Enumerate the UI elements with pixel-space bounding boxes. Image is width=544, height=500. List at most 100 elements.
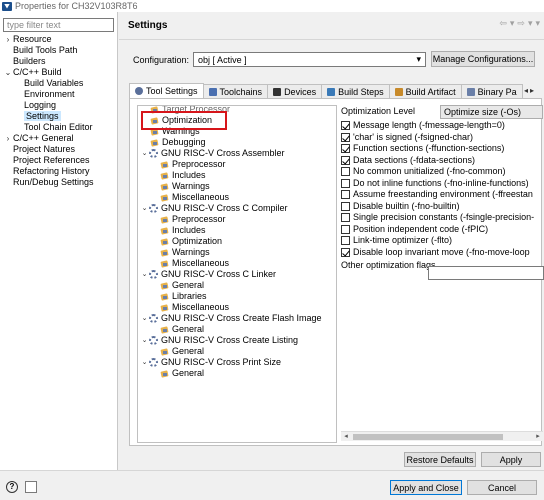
sidebar-item[interactable]: Run/Debug Settings — [0, 177, 118, 188]
sidebar-item[interactable]: Refactoring History — [0, 166, 118, 177]
checkbox[interactable] — [341, 213, 350, 222]
checkbox[interactable] — [341, 121, 350, 130]
checkbox[interactable] — [341, 144, 350, 153]
sidebar-item[interactable]: Build Variables — [0, 78, 118, 89]
optimization-option[interactable]: Single precision constants (-fsingle-pre… — [341, 212, 534, 223]
tool-tree-item[interactable]: Miscellaneous — [160, 258, 229, 269]
sidebar-item[interactable]: ⌄ C/C++ Build — [0, 67, 118, 78]
configuration-value: obj [ Active ] — [198, 54, 247, 65]
chevron-down-icon[interactable]: ⌄ — [140, 335, 149, 346]
other-flags-input[interactable] — [428, 266, 544, 280]
tool-tree-group[interactable]: ⌄ GNU RISC-V Cross Assembler — [140, 148, 285, 159]
cancel-button[interactable]: Cancel — [467, 480, 537, 495]
optimization-option[interactable]: Disable builtin (-fno-builtin) — [341, 201, 460, 212]
tab-devices[interactable]: Devices — [267, 84, 323, 98]
import-export-icon[interactable] — [25, 481, 37, 493]
tool-tree-item[interactable]: Libraries — [160, 291, 207, 302]
sidebar-item[interactable]: Project Natures — [0, 144, 118, 155]
tool-tree-item[interactable]: Preprocessor — [160, 214, 226, 225]
sidebar-item[interactable]: Project References — [0, 155, 118, 166]
tool-tree-item[interactable]: General — [160, 346, 204, 357]
checkbox[interactable] — [341, 132, 350, 142]
optimization-option[interactable]: Assume freestanding environment (-ffrees… — [341, 189, 533, 200]
sidebar-item[interactable]: Tool Chain Editor — [0, 122, 118, 133]
tool-tree-item[interactable]: Includes — [160, 225, 206, 236]
back-arrow-icon[interactable]: ⇦ — [499, 18, 507, 29]
optimization-option[interactable]: Link-time optimizer (-flto) — [341, 235, 452, 246]
help-icon[interactable]: ? — [6, 481, 18, 493]
tool-tree-item[interactable]: General — [160, 280, 204, 291]
checkbox[interactable] — [341, 167, 350, 176]
checkbox[interactable] — [341, 247, 350, 257]
tool-tree-item[interactable]: Miscellaneous — [160, 302, 229, 313]
sidebar-item[interactable]: › Resource — [0, 34, 118, 45]
tab-toolchains[interactable]: Toolchains — [202, 84, 269, 98]
tool-tree-item[interactable]: General — [160, 324, 204, 335]
scroll-right-icon[interactable]: ▸ — [533, 432, 543, 442]
sidebar-item[interactable]: Settings — [0, 111, 118, 122]
scroll-thumb[interactable] — [353, 434, 503, 440]
forward-menu-icon[interactable]: ▾ — [528, 18, 533, 29]
checkbox[interactable] — [341, 224, 350, 234]
tool-tree-group[interactable]: ⌄ GNU RISC-V Cross Create Listing — [140, 335, 298, 346]
optimization-level-select[interactable]: Optimize size (-Os) — [440, 105, 543, 119]
tool-tree-group[interactable]: ⌄ GNU RISC-V Cross C Compiler — [140, 203, 288, 214]
checkbox[interactable] — [341, 236, 350, 245]
sidebar-item[interactable]: Logging — [0, 100, 118, 111]
chevron-down-icon[interactable]: ⌄ — [140, 269, 149, 280]
sidebar-item[interactable]: › C/C++ General — [0, 133, 118, 144]
tool-tree-item[interactable]: Debugging — [150, 137, 206, 148]
forward-arrow-icon[interactable]: ⇨ — [517, 18, 525, 29]
apply-button[interactable]: Apply — [481, 452, 541, 467]
tool-tree-group[interactable]: ⌄ GNU RISC-V Cross Print Size — [140, 357, 281, 368]
tool-tree-item[interactable]: Optimization — [160, 236, 222, 247]
checkbox[interactable] — [341, 155, 350, 165]
optimization-option[interactable]: No common unitialized (-fno-common) — [341, 166, 506, 177]
tab-scroll-right-icon[interactable]: ▸ — [530, 86, 534, 95]
checkbox[interactable] — [341, 190, 350, 199]
view-menu-icon[interactable]: ▾ — [535, 18, 540, 29]
tool-tree-item[interactable]: Warnings — [160, 181, 210, 192]
tool-tree-label: Warnings — [172, 181, 210, 191]
optimization-option[interactable]: Disable loop invariant move (-fno-move-l… — [341, 247, 530, 258]
chevron-down-icon[interactable]: ⌄ — [3, 67, 13, 78]
chevron-right-icon[interactable]: › — [3, 34, 13, 45]
optimization-option[interactable]: 'char' is signed (-fsigned-char) — [341, 132, 473, 143]
sidebar-item[interactable]: Builders — [0, 56, 118, 67]
tab-build-steps[interactable]: Build Steps — [321, 84, 390, 98]
configuration-select[interactable]: obj [ Active ] ▾ — [193, 52, 427, 67]
chevron-down-icon[interactable]: ⌄ — [140, 148, 149, 159]
filter-input[interactable] — [3, 18, 114, 32]
tool-tree-group[interactable]: ⌄ GNU RISC-V Cross C Linker — [140, 269, 276, 280]
tool-tree-item[interactable]: Includes — [160, 170, 206, 181]
sidebar-item[interactable]: Environment — [0, 89, 118, 100]
chevron-down-icon[interactable]: ⌄ — [140, 203, 149, 214]
manage-configurations-button[interactable]: Manage Configurations... — [431, 51, 535, 67]
chevron-down-icon[interactable]: ⌄ — [140, 313, 149, 324]
optimization-option[interactable]: Position independent code (-fPIC) — [341, 224, 488, 235]
optimization-option[interactable]: Do not inline functions (-fno-inline-fun… — [341, 178, 529, 189]
tool-tree-item[interactable]: Warnings — [160, 247, 210, 258]
scroll-left-icon[interactable]: ◂ — [341, 432, 351, 442]
chevron-right-icon[interactable]: › — [3, 133, 13, 144]
tab-build-artifact[interactable]: Build Artifact — [388, 84, 462, 98]
tab-binary-pa[interactable]: Binary Pa — [460, 84, 523, 98]
optimization-option[interactable]: Data sections (-fdata-sections) — [341, 155, 475, 166]
optimization-option[interactable]: Message length (-fmessage-length=0) — [341, 120, 505, 131]
tab-tool-settings[interactable]: Tool Settings — [129, 83, 204, 98]
restore-defaults-button[interactable]: Restore Defaults — [404, 452, 476, 467]
back-menu-icon[interactable]: ▾ — [510, 18, 515, 29]
checkbox[interactable] — [341, 201, 350, 211]
tab-scroll-left-icon[interactable]: ◂ — [524, 86, 528, 95]
sidebar-item[interactable]: Build Tools Path — [0, 45, 118, 56]
tool-tree-item[interactable]: General — [160, 368, 204, 379]
tool-tree-group[interactable]: ⌄ GNU RISC-V Cross Create Flash Image — [140, 313, 322, 324]
tool-tree-item[interactable]: Miscellaneous — [160, 192, 229, 203]
optimization-option[interactable]: Function sections (-ffunction-sections) — [341, 143, 504, 154]
apply-and-close-button[interactable]: Apply and Close — [390, 480, 462, 495]
checkbox[interactable] — [341, 178, 350, 188]
chevron-down-icon[interactable]: ⌄ — [140, 357, 149, 368]
tool-tree-item[interactable]: Preprocessor — [160, 159, 226, 170]
options-hscrollbar[interactable]: ◂ ▸ — [341, 431, 543, 441]
option-label: Data sections (-fdata-sections) — [353, 154, 476, 165]
